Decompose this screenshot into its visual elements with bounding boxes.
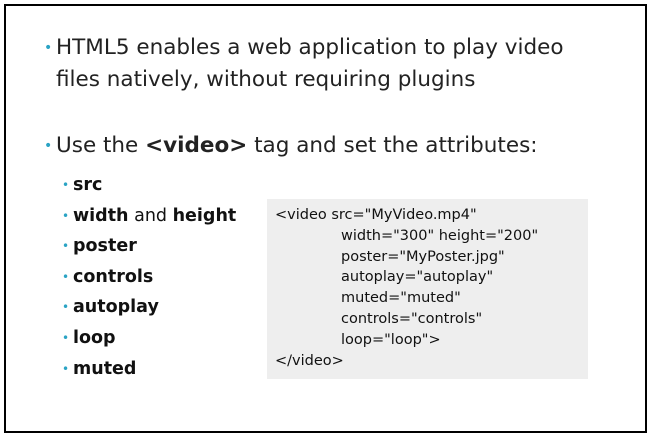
bullet-dot-icon: •: [62, 208, 70, 223]
attribute-name: muted: [73, 358, 137, 379]
attribute-item-muted: • muted: [62, 354, 236, 385]
bullet-html5-intro: • HTML5 enables a web application to pla…: [44, 32, 604, 96]
bullet-dot-icon: •: [44, 40, 53, 56]
bullet-video-tag: • Use the <video> tag and set the attrib…: [44, 130, 604, 162]
attribute-name: controls: [73, 266, 154, 287]
code-line: <video src="MyVideo.mp4": [275, 207, 477, 223]
attribute-item-controls: • controls: [62, 262, 236, 293]
attribute-item-src: • src: [62, 170, 236, 201]
attribute-name: poster: [73, 236, 137, 257]
bullet-text: HTML5 enables a web application to play …: [56, 35, 564, 92]
code-line: controls="controls": [341, 310, 483, 327]
attribute-item-autoplay: • autoplay: [62, 292, 236, 323]
bullet-dot-icon: •: [62, 269, 70, 284]
attribute-item-poster: • poster: [62, 231, 236, 262]
bullet-dot-icon: •: [62, 300, 70, 315]
slide: • HTML5 enables a web application to pla…: [4, 4, 647, 433]
bullet-dot-icon: •: [44, 138, 53, 154]
attribute-name: autoplay: [73, 297, 159, 318]
attribute-list: • src • width and height • poster • cont…: [62, 170, 236, 384]
bullet-dot-icon: •: [62, 239, 70, 254]
attribute-name: width: [73, 205, 129, 226]
bullet-tag: <video>: [145, 133, 248, 158]
bullet-suffix: tag and set the attributes:: [247, 133, 538, 158]
bullet-prefix: Use the: [56, 133, 146, 158]
attribute-text: width and height: [62, 206, 236, 226]
attribute-item-loop: • loop: [62, 323, 236, 354]
attribute-item-width-height: • width and height: [62, 201, 236, 232]
code-line: muted="muted": [341, 290, 461, 307]
attribute-connector: and: [128, 205, 173, 226]
code-line: autoplay="autoplay": [341, 269, 494, 286]
code-sample: <video src="MyVideo.mp4" width="300" hei…: [267, 199, 588, 379]
bullet-dot-icon: •: [62, 178, 70, 192]
code-line: </video>: [275, 352, 344, 369]
code-line: loop="loop">: [341, 331, 441, 348]
bullet-dot-icon: •: [62, 361, 70, 376]
attribute-name: loop: [73, 327, 116, 348]
bullet-dot-icon: •: [62, 330, 70, 345]
bullet-text: Use the <video> tag and set the attribut…: [44, 130, 604, 162]
attribute-name: height: [172, 205, 237, 226]
code-line: width="300" height="200": [341, 227, 539, 244]
code-line: poster="MyPoster.jpg": [341, 248, 505, 265]
